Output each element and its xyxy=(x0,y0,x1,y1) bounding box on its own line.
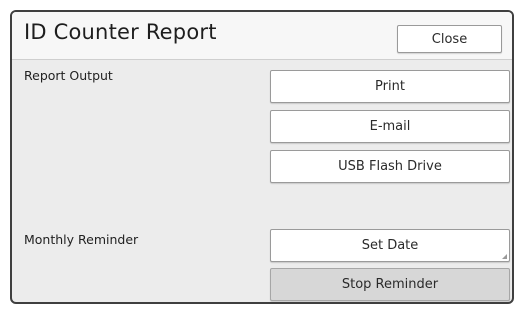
stop-reminder-button[interactable]: Stop Reminder xyxy=(270,268,510,301)
print-button[interactable]: Print xyxy=(270,70,510,103)
monthly-reminder-label: Monthly Reminder xyxy=(24,232,139,247)
set-date-button[interactable]: Set Date xyxy=(270,229,510,262)
dialog-header: ID Counter Report Close xyxy=(12,12,512,60)
close-button[interactable]: Close xyxy=(397,25,502,53)
email-button[interactable]: E-mail xyxy=(270,110,510,143)
corner-indicator-icon xyxy=(502,254,507,259)
id-counter-report-dialog: ID Counter Report Close Report Output Pr… xyxy=(10,10,514,304)
report-output-label: Report Output xyxy=(24,68,113,83)
set-date-label: Set Date xyxy=(361,238,419,253)
dialog-title: ID Counter Report xyxy=(24,20,217,44)
usb-flash-drive-button[interactable]: USB Flash Drive xyxy=(270,150,510,183)
